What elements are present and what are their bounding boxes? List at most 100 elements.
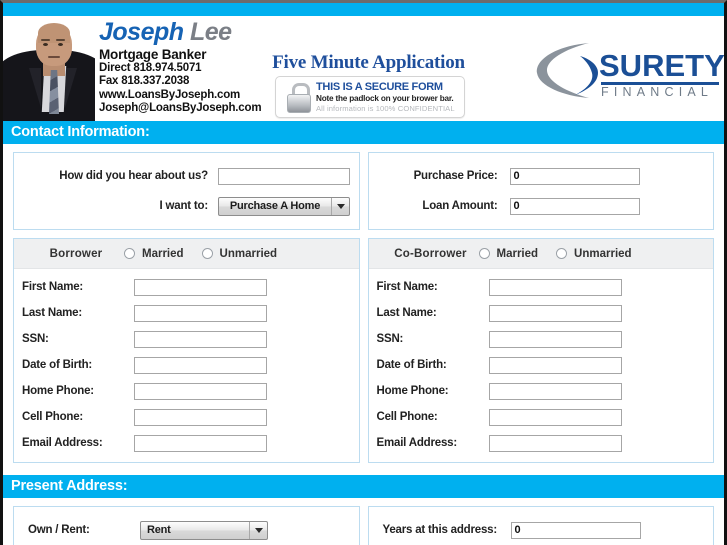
swoosh-icon <box>536 43 599 98</box>
borrower-panel: Borrower Married Unmarried First Name: L… <box>13 238 360 463</box>
label-borrower-first-name: First Name: <box>22 281 84 293</box>
borrower-coborrower-row: Borrower Married Unmarried First Name: L… <box>3 230 724 463</box>
field-row-coborrower-email: Email Address: <box>369 430 714 456</box>
input-coborrower-email[interactable] <box>488 434 622 452</box>
secure-badge-title: THIS IS A SECURE FORM <box>316 81 443 93</box>
borrower-panel-header: Borrower Married Unmarried <box>14 239 359 269</box>
input-borrower-last-name[interactable] <box>134 304 267 322</box>
input-hear-about-us[interactable] <box>218 167 350 185</box>
label-coborrower-email: Email Address: <box>376 437 458 449</box>
logo-name: SURETY <box>599 48 724 83</box>
select-i-want-to[interactable]: Purchase A Home <box>218 196 350 216</box>
coborrower-unmarried-label: Unmarried <box>574 247 632 260</box>
agent-email[interactable]: Joseph@LoansByJoseph.com <box>99 102 262 115</box>
label-coborrower-ssn: SSN: <box>376 333 404 345</box>
padlock-icon <box>286 83 311 113</box>
coborrower-married-label: Married <box>496 247 539 260</box>
input-coborrower-home-phone[interactable] <box>488 382 622 400</box>
present-address-left-panel: Own / Rent: Rent <box>13 506 360 545</box>
contact-left-panel: How did you hear about us? I want to: Pu… <box>13 152 360 230</box>
input-borrower-dob[interactable] <box>134 356 267 374</box>
borrower-married-option[interactable]: Married <box>124 248 184 260</box>
label-coborrower-last-name: Last Name: <box>376 307 437 319</box>
agent-first-name: Joseph <box>99 18 184 46</box>
label-borrower-ssn: SSN: <box>22 333 49 345</box>
borrower-married-label: Married <box>142 247 184 260</box>
field-row-borrower-cell-phone: Cell Phone: <box>14 404 359 430</box>
agent-direct-phone: Direct 818.974.5071 <box>99 62 202 74</box>
label-borrower-dob: Date of Birth: <box>22 359 93 371</box>
section-bar-present-address: Present Address: <box>3 475 724 498</box>
field-row-borrower-first-name: First Name: <box>14 274 359 300</box>
select-own-rent[interactable]: Rent <box>140 520 268 540</box>
label-borrower-last-name: Last Name: <box>22 307 82 319</box>
input-years-at-address[interactable]: 0 <box>510 521 641 539</box>
input-coborrower-first-name[interactable] <box>488 278 622 296</box>
label-hear-about-us: How did you hear about us? <box>59 170 208 182</box>
label-i-want-to: I want to: <box>159 200 209 212</box>
letterhead-header: Joseph Lee Mortgage Banker Direct 818.97… <box>3 16 724 121</box>
coborrower-unmarried-radio[interactable] <box>556 248 568 259</box>
coborrower-title: Co-Borrower <box>394 247 467 260</box>
agent-website[interactable]: www.LoansByJoseph.com <box>99 89 261 102</box>
secure-badge-footnote: All information is 100% CONFIDENTIAL <box>316 104 455 113</box>
input-coborrower-last-name[interactable] <box>488 304 622 322</box>
input-borrower-ssn[interactable] <box>134 330 267 348</box>
contact-right-panel: Purchase Price: 0 Loan Amount: 0 <box>367 152 714 230</box>
input-loan-amount[interactable]: 0 <box>509 197 640 215</box>
field-row-coborrower-last-name: Last Name: <box>369 300 714 326</box>
coborrower-panel: Co-Borrower Married Unmarried First Name… <box>367 238 714 463</box>
label-borrower-email: Email Address: <box>22 437 103 449</box>
input-borrower-home-phone[interactable] <box>134 382 267 400</box>
agent-role: Mortgage Banker <box>99 47 207 62</box>
input-coborrower-dob[interactable] <box>488 356 622 374</box>
coborrower-panel-header: Co-Borrower Married Unmarried <box>368 239 713 269</box>
present-address-row: Own / Rent: Rent Years at this address: … <box>3 498 724 545</box>
field-row-i-want-to: I want to: Purchase A Home <box>20 191 353 221</box>
agent-photo <box>3 16 95 121</box>
coborrower-married-radio[interactable] <box>478 248 490 259</box>
input-coborrower-cell-phone[interactable] <box>488 408 622 426</box>
borrower-married-radio[interactable] <box>124 248 135 259</box>
field-row-own-rent: Own / Rent: Rent <box>20 515 353 545</box>
field-row-loan-amount: Loan Amount: 0 <box>375 191 708 221</box>
chevron-down-icon[interactable] <box>249 521 267 539</box>
select-own-rent-value: Rent <box>147 524 171 536</box>
field-row-coborrower-cell-phone: Cell Phone: <box>369 404 714 430</box>
application-page: Joseph Lee Mortgage Banker Direct 818.97… <box>0 0 727 545</box>
borrower-unmarried-option[interactable]: Unmarried <box>201 247 278 260</box>
label-borrower-home-phone: Home Phone: <box>22 385 94 397</box>
borrower-unmarried-radio[interactable] <box>201 248 213 259</box>
field-row-purchase-price: Purchase Price: 0 <box>375 161 708 191</box>
field-row-coborrower-home-phone: Home Phone: <box>369 378 714 404</box>
borrower-unmarried-label: Unmarried <box>219 247 278 260</box>
input-coborrower-ssn[interactable] <box>488 330 622 348</box>
input-borrower-cell-phone[interactable] <box>134 408 267 426</box>
present-address-right-panel: Years at this address: 0 <box>367 506 714 545</box>
surety-financial-logo: SURETY FINANCIAL <box>531 40 724 102</box>
label-own-rent: Own / Rent: <box>28 524 90 536</box>
secure-form-badge: THIS IS A SECURE FORM Note the padlock o… <box>275 76 465 118</box>
top-accent-strip <box>3 3 724 16</box>
label-borrower-cell-phone: Cell Phone: <box>22 411 84 423</box>
field-row-years-at-address: Years at this address: 0 <box>375 515 708 545</box>
field-row-borrower-dob: Date of Birth: <box>14 352 359 378</box>
field-row-coborrower-dob: Date of Birth: <box>369 352 714 378</box>
agent-fax: Fax 818.337.2038 <box>99 75 190 88</box>
logo-tagline: FINANCIAL <box>601 85 714 99</box>
secure-badge-subtitle: Note the padlock on your brower bar. <box>316 94 454 103</box>
label-coborrower-cell-phone: Cell Phone: <box>376 411 438 423</box>
input-borrower-first-name[interactable] <box>134 278 267 296</box>
input-purchase-price[interactable]: 0 <box>509 167 640 185</box>
field-row-hear-about-us: How did you hear about us? <box>20 161 353 191</box>
field-row-coborrower-ssn: SSN: <box>369 326 714 352</box>
label-coborrower-home-phone: Home Phone: <box>376 385 449 397</box>
agent-last-name: Lee <box>189 18 232 46</box>
coborrower-married-option[interactable]: Married <box>478 247 539 260</box>
select-i-want-to-value: Purchase A Home <box>229 200 321 212</box>
section-bar-contact-information: Contact Information: <box>3 121 724 144</box>
input-borrower-email[interactable] <box>134 434 267 452</box>
label-coborrower-first-name: First Name: <box>376 281 438 293</box>
chevron-down-icon[interactable] <box>331 197 349 215</box>
coborrower-unmarried-option[interactable]: Unmarried <box>556 248 632 260</box>
